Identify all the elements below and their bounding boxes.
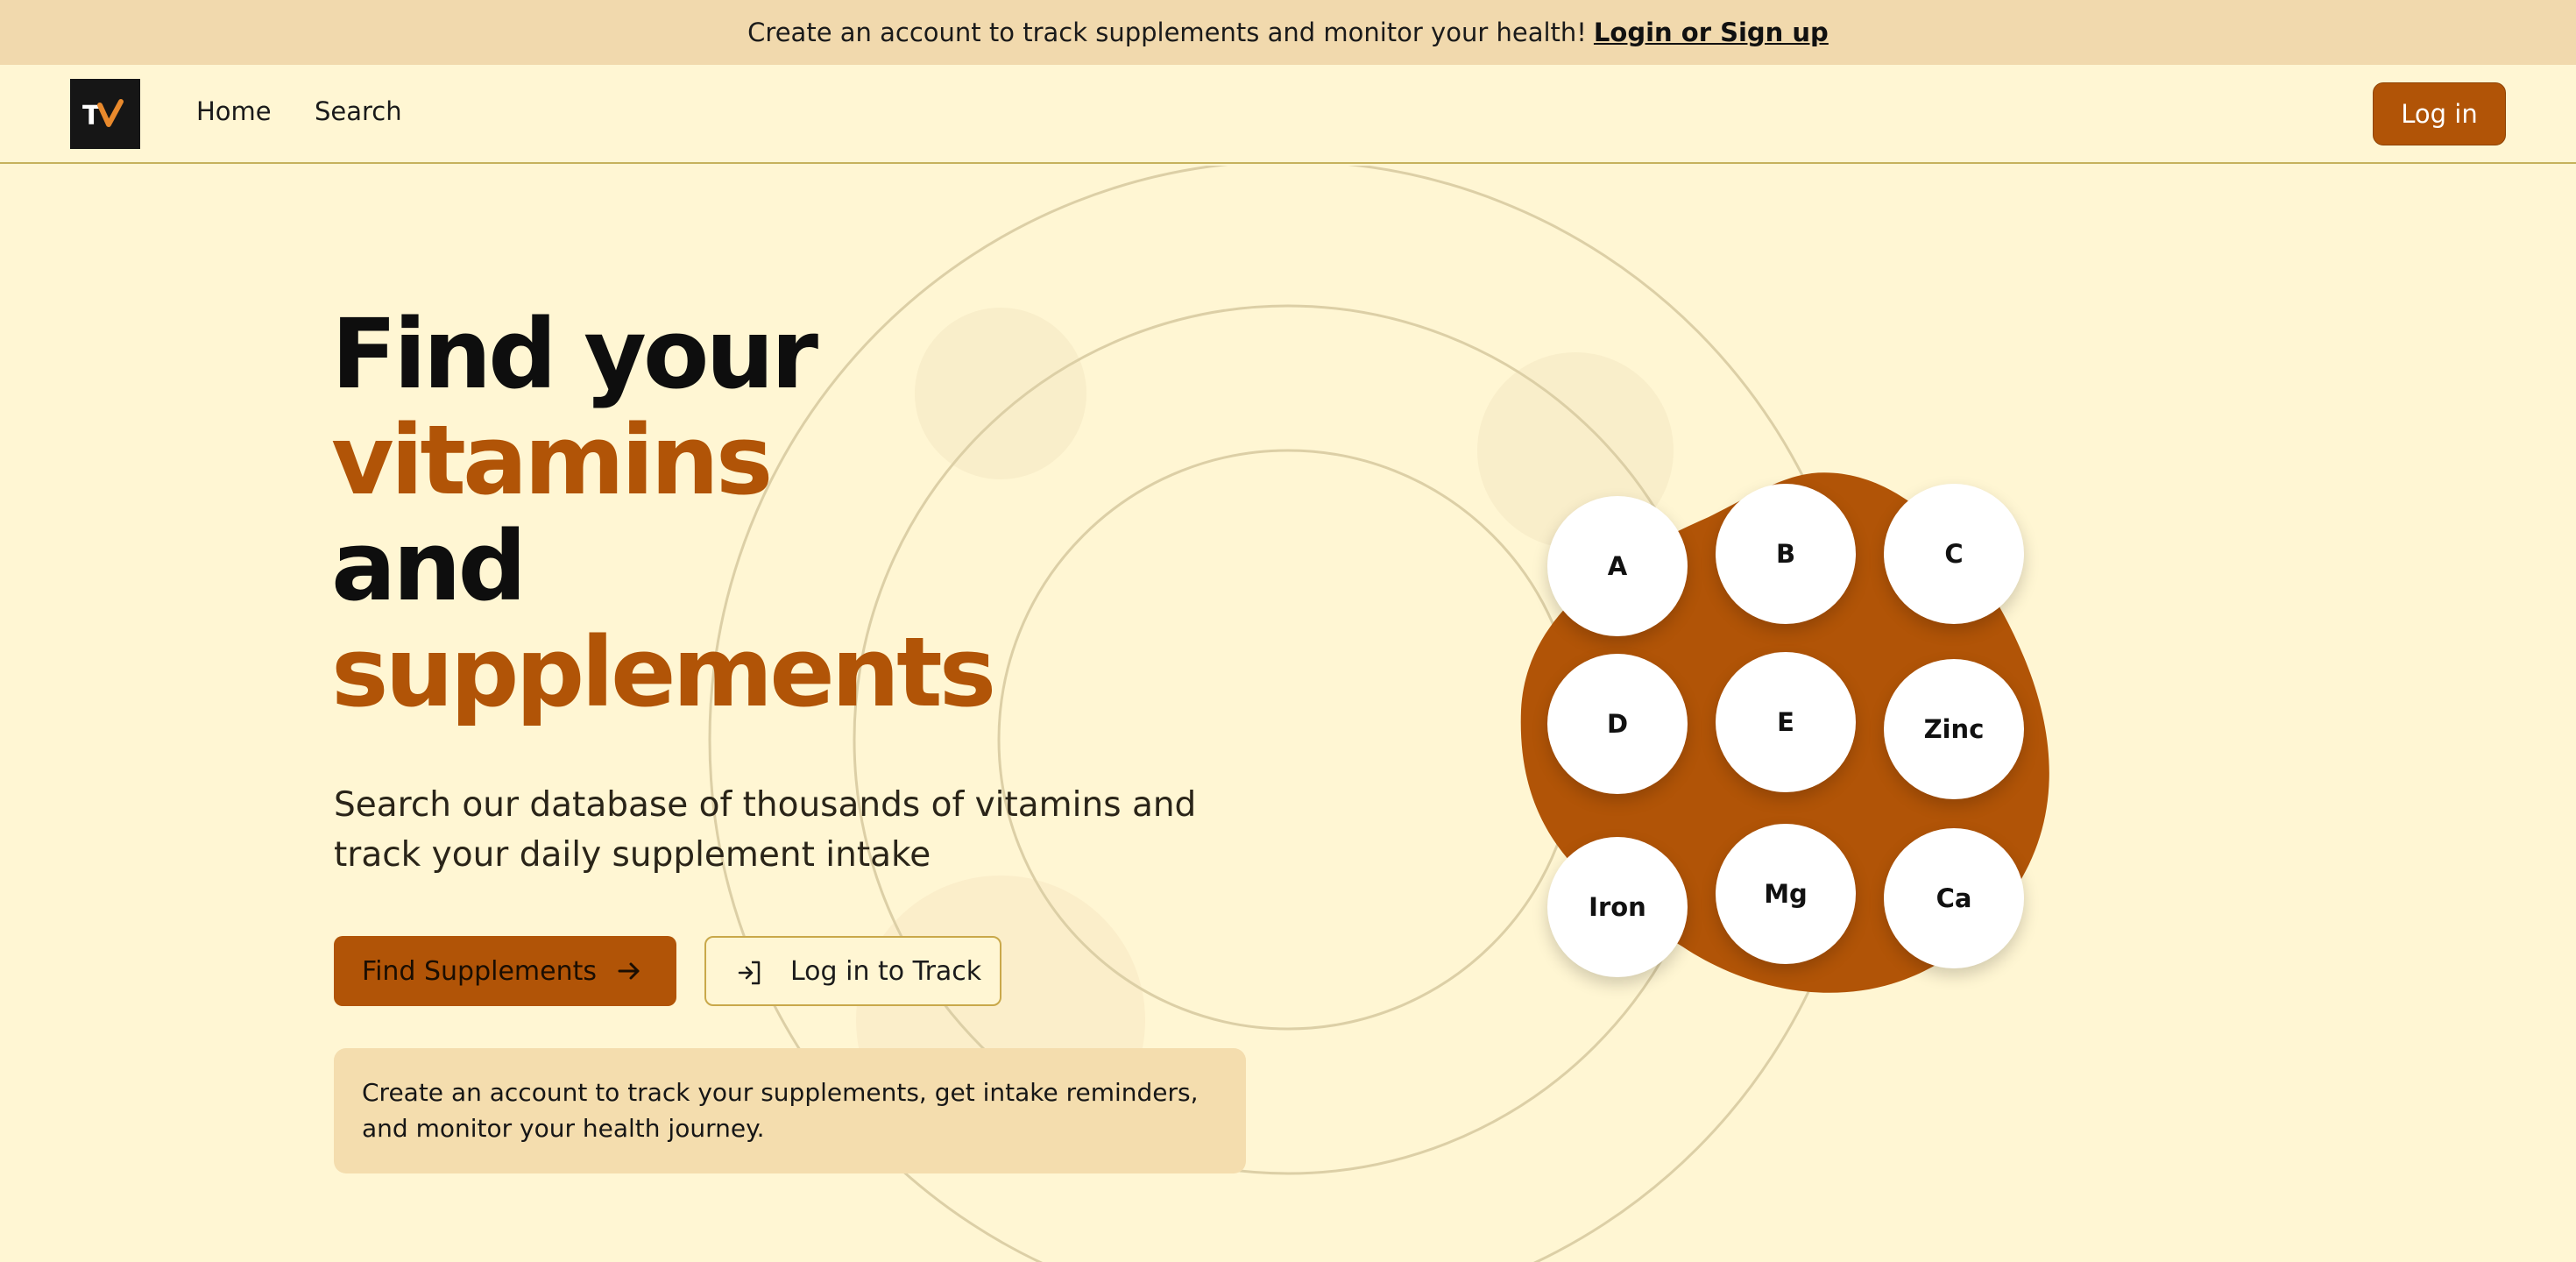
vitamin-ca[interactable]: Ca [1884,828,2024,968]
hero-title: Find your vitamins and supplements [331,298,996,728]
hero-title-line1: Find your [331,298,818,410]
vitamin-iron[interactable]: Iron [1547,837,1688,977]
account-info-text: Create an account to track your suppleme… [362,1078,1199,1143]
login-icon [732,955,768,997]
login-button[interactable]: Log in [2373,82,2506,145]
nav-home-link[interactable]: Home [196,96,272,126]
login-to-track-button[interactable]: Log in to Track [704,936,1001,1006]
vitamin-a[interactable]: A [1547,496,1688,636]
vitamin-d[interactable]: D [1547,654,1688,794]
vitamin-mg[interactable]: Mg [1716,824,1856,964]
vitamin-illustration: A B C D E Zinc Iron Mg Ca [1490,456,2103,1017]
announcement-banner: Create an account to track supplements a… [0,0,2576,65]
find-supplements-button[interactable]: Find Supplements [334,936,676,1006]
login-signup-link[interactable]: Login or Sign up [1594,18,1829,47]
vitamin-e[interactable]: E [1716,652,1856,792]
find-supplements-label: Find Supplements [362,955,598,987]
vitamin-c[interactable]: C [1884,484,2024,624]
hero-subtitle: Search our database of thousands of vita… [334,785,1197,875]
arrow-right-icon [612,954,647,996]
hero-title-line2: vitamins [331,404,773,516]
vitamin-zinc[interactable]: Zinc [1884,659,2024,799]
vitamin-b[interactable]: B [1716,484,1856,624]
banner-message: Create an account to track supplements a… [747,18,1587,47]
navbar: T Home Search Log in [0,65,2576,164]
login-to-track-label: Log in to Track [790,955,982,987]
hero-title-line3: and [331,510,527,622]
hero-title-line4: supplements [331,616,996,728]
account-info-box: Create an account to track your suppleme… [334,1048,1246,1173]
tv-logo-icon[interactable]: T [70,79,140,149]
nav-search-link[interactable]: Search [315,96,402,126]
